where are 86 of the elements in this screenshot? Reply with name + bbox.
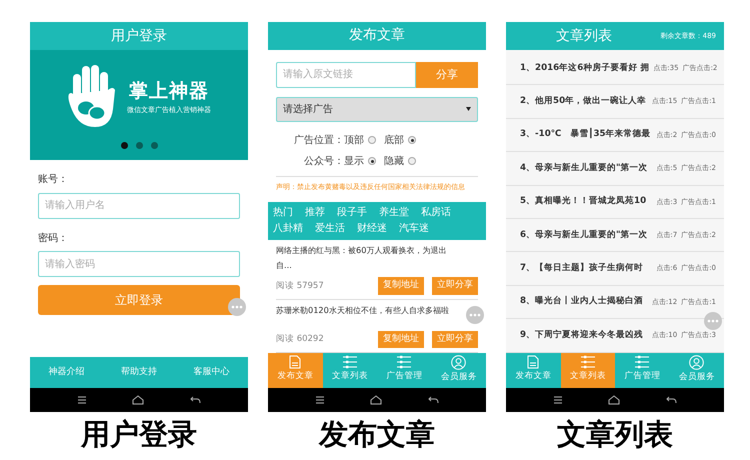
footer-link[interactable]: 客服中心 [194,366,230,380]
back-icon[interactable] [666,396,678,404]
nav-tab[interactable]: 发布文章 [268,353,322,388]
menu-icon[interactable] [76,396,87,404]
screen-title: 用户登录 [111,26,167,46]
nav-tab[interactable]: 会员服务 [432,353,486,388]
article-title[interactable]: 网络主播的红与黑：被60万人观看换衣，为退出自... [276,243,458,274]
category-tab[interactable]: 推荐 [305,205,325,222]
read-count: 阅读 60292 [276,333,324,346]
category-tab[interactable]: 热门 [273,205,293,222]
user-icon [451,355,466,370]
nav-tab[interactable]: 发布文章 [506,353,560,388]
brand-name: 掌上神器 [129,78,209,104]
category-tab[interactable]: 八卦精 [273,221,303,238]
radio-button[interactable] [408,136,416,144]
home-icon[interactable] [370,395,382,406]
ad-select[interactable]: 请选择广告 [276,96,478,122]
list-icon [342,355,358,370]
link-field[interactable]: 请输入原文链接 [276,62,416,88]
row-title: 8、曝光台丨业内人士揭秘白酒 [520,295,644,308]
document-icon [289,355,302,370]
screen-title: 发布文章 [349,26,405,46]
input-field[interactable]: 请输入密码 [38,251,240,277]
back-icon[interactable] [428,396,440,404]
category-tab[interactable]: 私房话 [421,205,451,222]
category-tab[interactable]: 汽车迷 [399,221,429,238]
carousel-dot[interactable] [120,142,128,149]
row-title: 1、2016年这6种房子要看好 拥 [520,62,650,75]
home-icon[interactable] [608,395,620,405]
action-button[interactable]: 复制地址 [378,277,424,295]
more-icon [707,319,719,323]
radio-option[interactable]: 显示 [344,154,376,169]
caption: 发布文章 [318,416,436,452]
row-title: 3、-10℃ 暴雪┃35年来常德最 [520,128,651,142]
more-icon [469,313,481,317]
footer-link[interactable]: 神器介绍 [48,366,84,380]
caption: 文章列表 [556,416,674,452]
input-field[interactable]: 请输入用户名 [38,192,240,218]
action-button[interactable]: 复制地址 [378,330,424,348]
footer-link[interactable]: 帮助支持 [120,366,157,380]
radio-button[interactable] [368,157,376,166]
row-title: 4、母亲与新生儿重要的"第一次 [520,162,648,175]
row-title: 6、母亲与新生儿重要的"第一次 [520,228,648,242]
action-button[interactable]: 立即分享 [432,277,478,295]
row-title: 7、【每日主题】孩子生病何时 [520,262,644,276]
radio-button[interactable] [408,157,416,166]
article-title[interactable]: 苏珊米勒0120水天相位不佳，有些人自求多福啦 [276,302,449,318]
back-icon[interactable] [190,396,202,404]
category-tab[interactable]: 养生堂 [379,205,409,222]
more-icon [231,305,243,309]
field-label: 密码： [38,232,69,246]
login-button[interactable]: 立即登录 [38,285,240,315]
home-icon[interactable] [132,395,144,405]
field-label: 账号： [38,172,69,187]
read-count: 阅读 57957 [276,280,324,293]
nav-tab[interactable]: 广告管理 [377,353,432,388]
nav-tab[interactable]: 文章列表 [560,353,615,388]
menu-icon[interactable] [314,396,325,404]
caret-icon [466,107,471,112]
document-icon [527,355,540,369]
radio-option[interactable]: 顶部 [344,132,376,148]
radio-option[interactable]: 隐藏 [384,154,416,169]
action-button[interactable]: 立即分享 [432,330,478,348]
list-icon [580,355,596,369]
menu-icon[interactable] [552,396,563,404]
share-button[interactable]: 分享 [416,62,478,88]
option-label: 公众号： [303,154,344,169]
nav-tab[interactable]: 广告管理 [615,353,670,388]
nav-tab[interactable]: 会员服务 [670,353,724,388]
caption: 用户登录 [80,416,198,452]
category-tab[interactable]: 爱生活 [315,221,345,238]
user-icon [689,355,704,370]
carousel-dot[interactable] [150,142,158,149]
carousel-dot[interactable] [136,142,142,149]
option-label: 广告位置： [293,134,344,148]
row-title: 5、真相曝光！！晋城龙凤苑10 [520,195,646,208]
screen-title: 文章列表 [556,26,612,46]
list-icon [634,355,650,369]
nav-tab[interactable]: 文章列表 [322,353,377,388]
list-icon [396,355,412,370]
radio-button[interactable] [368,136,376,144]
row-title: 9、下周宁夏将迎来今冬最凶残 [520,328,644,342]
category-tab[interactable]: 段子手 [337,205,367,222]
radio-option[interactable]: 底部 [384,132,416,148]
category-tab[interactable]: 财经迷 [357,221,387,238]
row-title: 2、他用50年，做出一碗让人幸 [520,95,646,108]
